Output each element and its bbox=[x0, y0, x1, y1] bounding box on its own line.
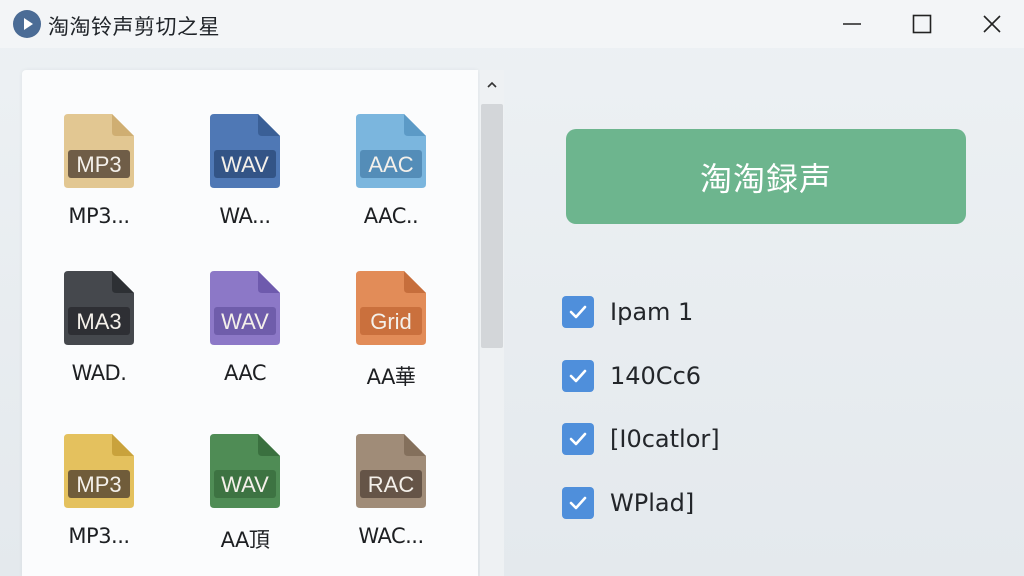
checkmark-icon bbox=[569, 432, 587, 446]
audio-file-icon: MA3 bbox=[64, 271, 134, 345]
file-type-badge: RAC bbox=[368, 472, 415, 497]
option-label: WPlad] bbox=[610, 489, 695, 517]
checkbox[interactable] bbox=[562, 423, 594, 455]
option-checkbox-row[interactable]: [I0catlor] bbox=[562, 421, 922, 457]
close-button[interactable] bbox=[962, 0, 1022, 48]
file-type-badge: MA3 bbox=[76, 309, 121, 334]
file-type-badge: MP3 bbox=[76, 472, 121, 497]
file-name: AA頂 bbox=[220, 528, 270, 552]
file-type-badge: AAC bbox=[368, 152, 413, 177]
minimize-button[interactable] bbox=[822, 0, 882, 48]
file-name: WAC... bbox=[358, 524, 424, 548]
audio-file-icon: AAC bbox=[356, 114, 426, 188]
option-checkbox-row[interactable]: Ipam 1 bbox=[562, 294, 922, 330]
audio-file-icon: WAV bbox=[210, 114, 280, 188]
window-title: 淘淘铃声剪切之星 bbox=[48, 15, 220, 39]
file-item[interactable]: MP3 MP3... bbox=[44, 432, 154, 572]
file-type-badge: MP3 bbox=[76, 152, 121, 177]
checkmark-icon bbox=[569, 305, 587, 319]
checkbox[interactable] bbox=[562, 360, 594, 392]
file-name: MP3... bbox=[68, 204, 130, 228]
file-item[interactable]: MA3 WAD. bbox=[44, 269, 154, 409]
option-checkbox-row[interactable]: WPlad] bbox=[562, 485, 922, 521]
scroll-up-button[interactable] bbox=[480, 70, 504, 100]
checkbox[interactable] bbox=[562, 487, 594, 519]
checkbox[interactable] bbox=[562, 296, 594, 328]
maximize-icon bbox=[912, 14, 932, 34]
file-type-badge: Grid bbox=[370, 309, 412, 334]
file-grid-panel[interactable]: MP3 MP3... WAV WA... AAC AAC.. MA3 WAD. WAV AAC Gr… bbox=[22, 70, 478, 576]
checkmark-icon bbox=[569, 496, 587, 510]
file-item[interactable]: AAC AAC.. bbox=[336, 112, 446, 252]
close-icon bbox=[983, 15, 1001, 33]
option-label: Ipam 1 bbox=[610, 298, 694, 326]
file-name: AAC.. bbox=[363, 204, 419, 228]
record-button[interactable]: 淘淘録声 bbox=[566, 129, 966, 224]
minimize-icon bbox=[843, 23, 861, 25]
file-name: WA... bbox=[219, 204, 271, 228]
file-type-badge: WAV bbox=[221, 309, 269, 334]
file-type-badge: WAV bbox=[221, 472, 269, 497]
file-name: WAD. bbox=[71, 361, 127, 385]
file-type-badge: WAV bbox=[221, 152, 269, 177]
audio-file-icon: WAV bbox=[210, 271, 280, 345]
file-name: MP3... bbox=[68, 524, 130, 548]
vertical-scrollbar[interactable] bbox=[480, 70, 504, 576]
checkmark-icon bbox=[569, 369, 587, 383]
scroll-thumb[interactable] bbox=[481, 104, 503, 348]
audio-file-icon: RAC bbox=[356, 434, 426, 508]
file-item[interactable]: Grid AA華 bbox=[336, 269, 446, 409]
file-name: AA華 bbox=[366, 365, 416, 389]
file-item[interactable]: WAV AAC bbox=[190, 269, 300, 409]
option-label: 140Cc6 bbox=[610, 362, 702, 390]
option-checkbox-row[interactable]: 140Cc6 bbox=[562, 358, 922, 394]
file-item[interactable]: WAV WA... bbox=[190, 112, 300, 252]
audio-file-icon: MP3 bbox=[64, 434, 134, 508]
file-item[interactable]: MP3 MP3... bbox=[44, 112, 154, 252]
audio-file-icon: Grid bbox=[356, 271, 426, 345]
app-window: 淘淘铃声剪切之星 MP3 MP3... WAV WA... AAC AAC.. MA3 WAD… bbox=[0, 0, 1024, 576]
audio-file-icon: WAV bbox=[210, 434, 280, 508]
title-bar[interactable]: 淘淘铃声剪切之星 bbox=[0, 0, 1024, 48]
audio-file-icon: MP3 bbox=[64, 114, 134, 188]
play-icon bbox=[13, 10, 41, 38]
option-label: [I0catlor] bbox=[610, 425, 720, 453]
chevron-up-icon bbox=[487, 81, 497, 88]
file-item[interactable]: WAV AA頂 bbox=[190, 432, 300, 572]
file-name: AAC bbox=[223, 361, 267, 385]
maximize-button[interactable] bbox=[892, 0, 952, 48]
file-item[interactable]: RAC WAC... bbox=[336, 432, 446, 572]
